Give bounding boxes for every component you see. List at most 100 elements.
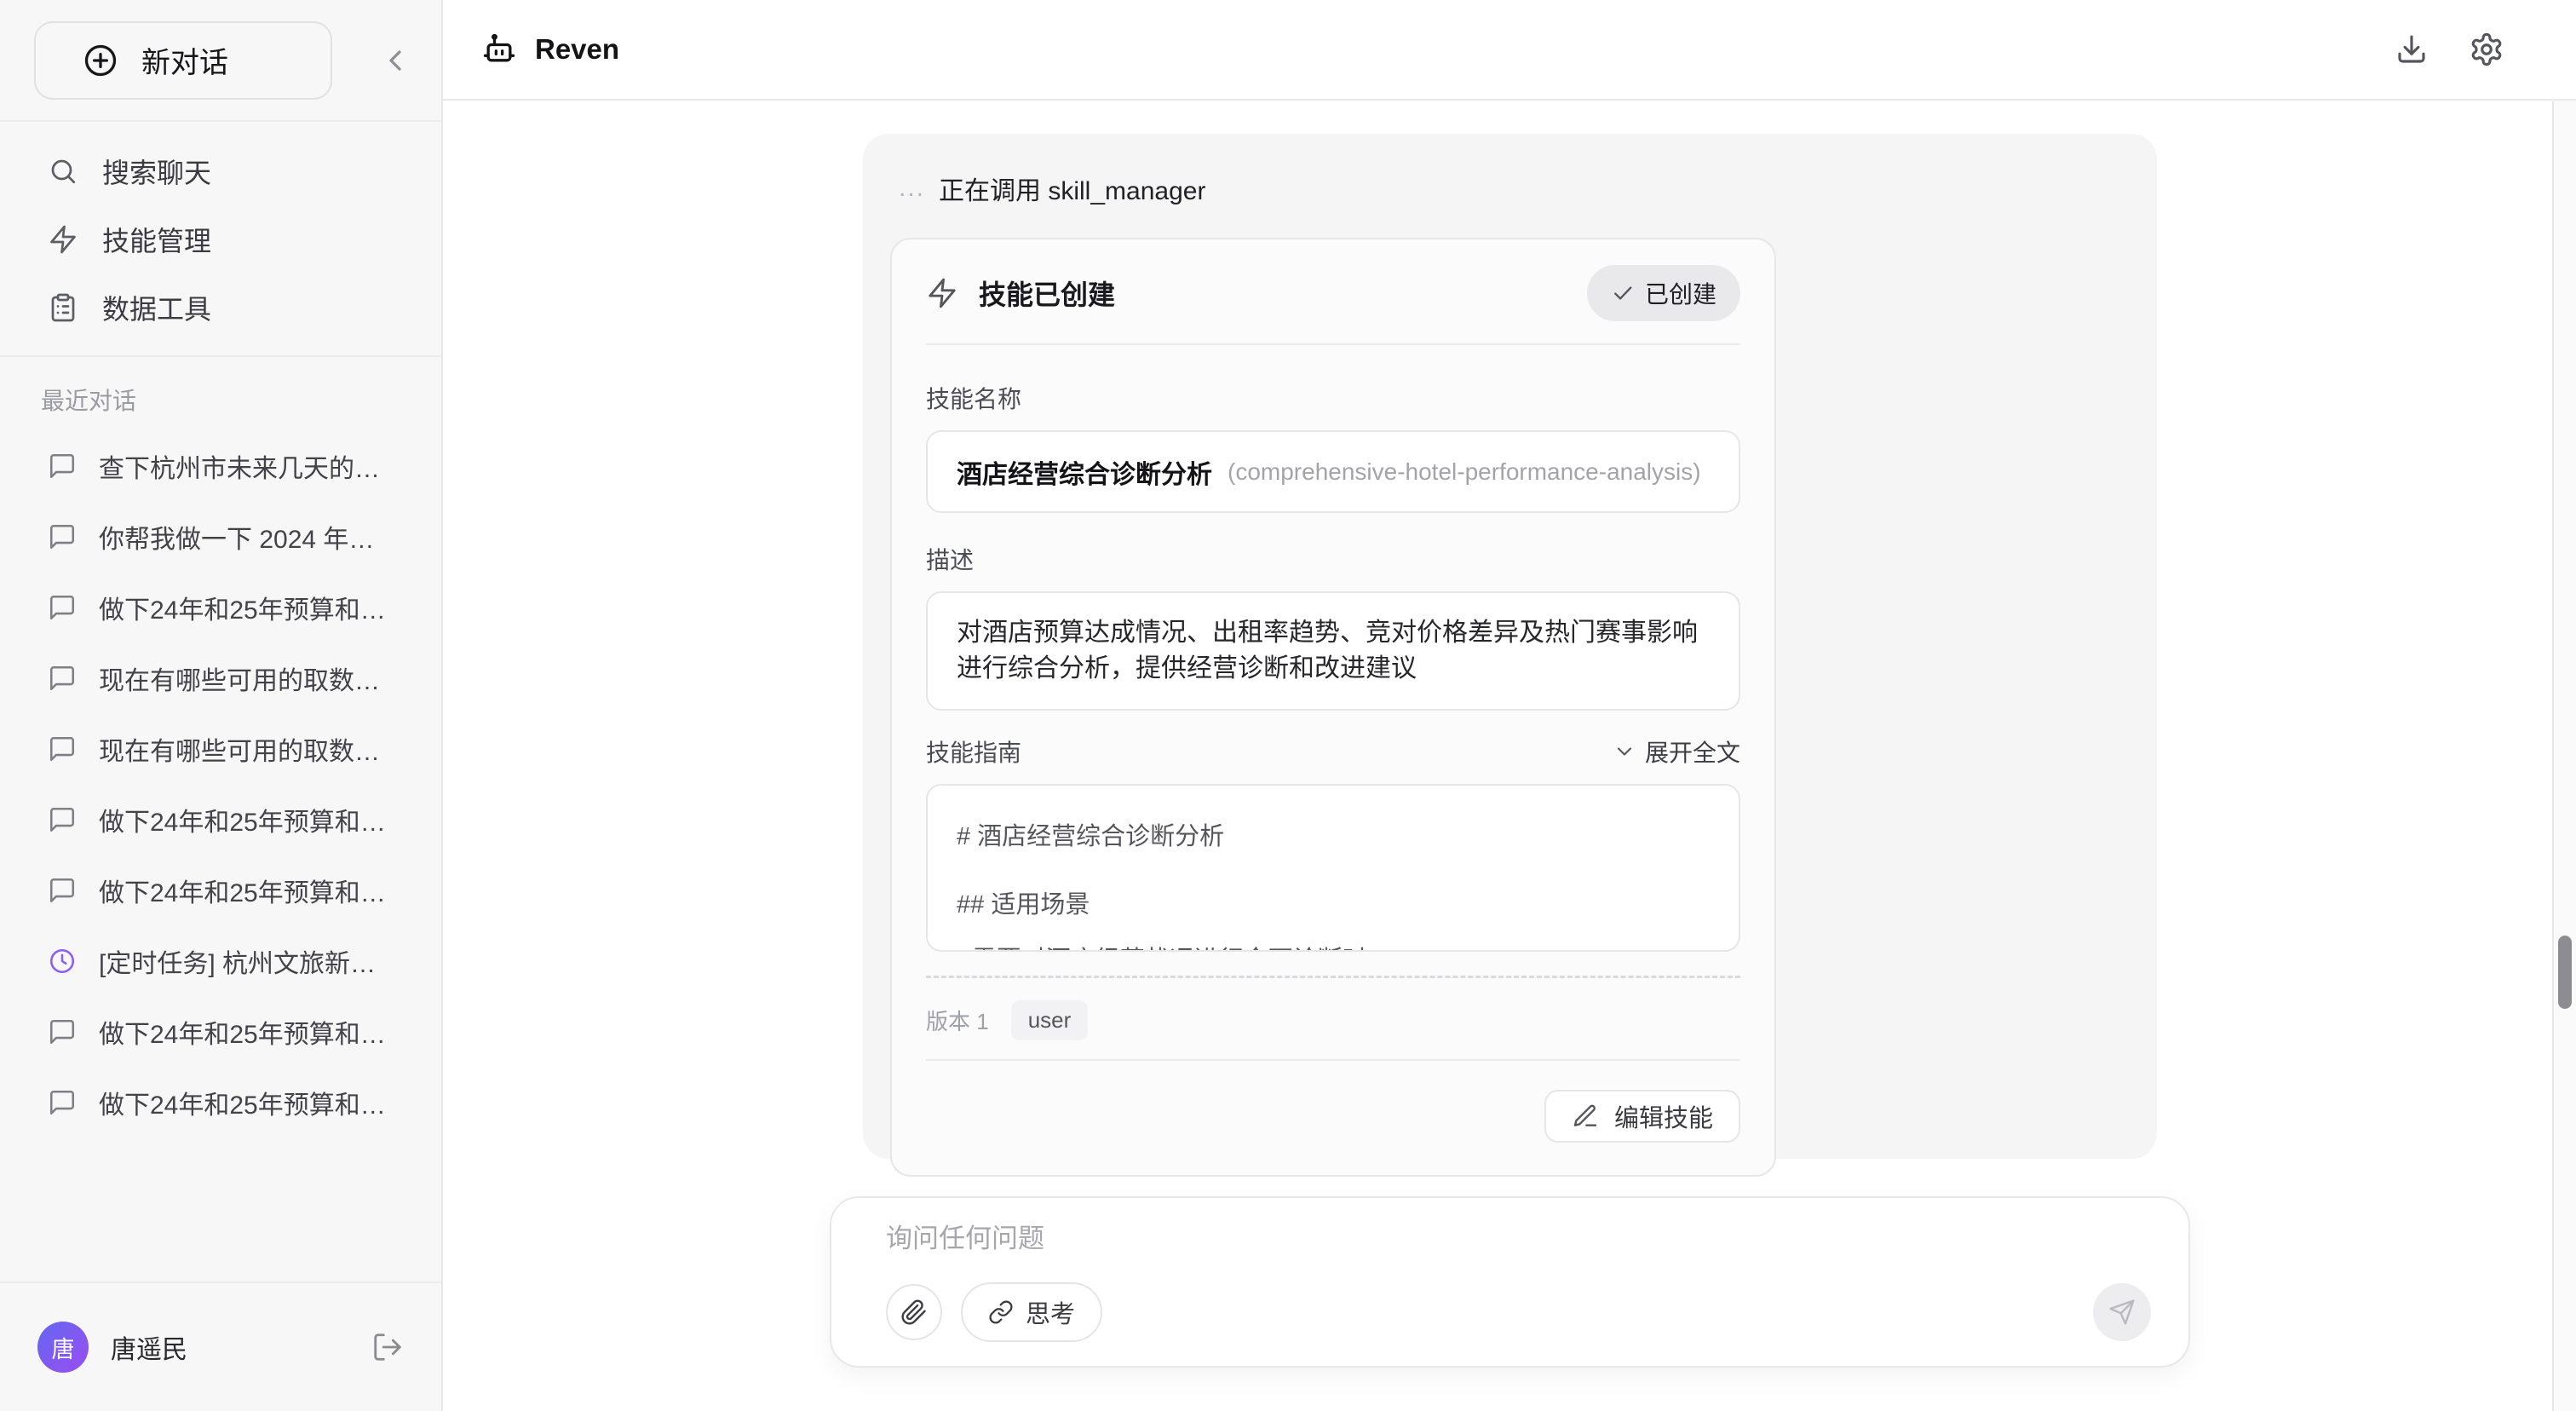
loading-dots: ... [899, 174, 925, 203]
avatar: 唐 [37, 1322, 89, 1373]
skill-name-value: 酒店经营综合诊断分析 [957, 453, 1212, 491]
recent-conversation-label: 做下24年和25年预算和实际... [99, 801, 394, 838]
recent-conversation-label: 做下24年和25年预算和实际... [99, 1013, 394, 1051]
user-name: 唐遥民 [111, 1328, 349, 1366]
chat-bubble-icon [48, 805, 77, 834]
recent-conversation-item[interactable]: 做下24年和25年预算和实际... [20, 1067, 421, 1137]
skill-guide-field[interactable]: # 酒店经营综合诊断分析 ## 适用场景 - 需要对酒店经营状况进行全面诊断时 [926, 784, 1740, 952]
sidebar-divider [0, 355, 441, 357]
guide-line: - 需要对酒店经营状况进行全面诊断时 [957, 940, 1710, 952]
scrollbar-thumb[interactable] [2558, 936, 2572, 1009]
main-panel: Reven ... 正在调用 skill_manager [443, 0, 2576, 1411]
recent-conversation-item[interactable]: 现在有哪些可用的取数工具? [20, 642, 421, 713]
chat-bubble-icon [48, 734, 77, 763]
chat-bubble-icon [48, 664, 77, 693]
recent-conversation-item[interactable]: 现在有哪些可用的取数工具? [20, 713, 421, 784]
recent-conversation-label: 查下杭州市未来几天的天气 [99, 447, 394, 485]
new-chat-label: 新对话 [141, 39, 228, 81]
recent-conversation-item[interactable]: [定时任务] 杭州文旅新闻汇总 [20, 925, 421, 996]
logout-icon [371, 1331, 404, 1363]
recent-conversation-item[interactable]: 查下杭州市未来几天的天气 [20, 430, 421, 501]
owner-badge: user [1011, 1000, 1089, 1040]
edit-skill-label: 编辑技能 [1614, 1098, 1713, 1134]
gear-icon [2469, 32, 2504, 67]
send-icon [2108, 1299, 2136, 1326]
attach-button[interactable] [886, 1284, 942, 1340]
version-row: 版本 1 user [926, 978, 1740, 1059]
think-mode-button[interactable]: 思考 [961, 1282, 1102, 1342]
clipboard-icon [48, 292, 78, 323]
download-button[interactable] [2394, 32, 2429, 67]
chat-bubble-icon [48, 522, 77, 551]
recent-conversation-label: 做下24年和25年预算和实际... [99, 1084, 394, 1121]
edit-skill-button[interactable]: 编辑技能 [1544, 1090, 1740, 1143]
recent-conversation-label: 现在有哪些可用的取数工具? [99, 659, 394, 697]
guide-line: # 酒店经营综合诊断分析 [957, 816, 1710, 852]
paperclip-icon [900, 1299, 928, 1326]
sidebar-item-search-chats[interactable]: 搜索聊天 [20, 137, 421, 205]
plus-circle-icon [82, 42, 119, 79]
sidebar-item-skill-management[interactable]: 技能管理 [20, 205, 421, 274]
recent-conversation-label: 做下24年和25年预算和实际... [99, 872, 394, 909]
settings-button[interactable] [2469, 32, 2504, 67]
chat-bubble-icon [48, 593, 77, 622]
app-root: 新对话 搜索聊天 技能管理 数据工具 最近对话 [0, 0, 2576, 1411]
recent-conversation-label: [定时任务] 杭州文旅新闻汇总 [99, 942, 394, 980]
expand-full-text-button[interactable]: 展开全文 [1613, 734, 1740, 769]
skill-name-label: 技能名称 [926, 381, 1740, 415]
sidebar-nav: 搜索聊天 技能管理 数据工具 [0, 122, 441, 355]
recent-conversation-item[interactable]: 做下24年和25年预算和实际... [20, 855, 421, 925]
skill-card-body: 技能名称 酒店经营综合诊断分析 (comprehensive-hotel-per… [892, 345, 1774, 1059]
skill-created-card: 技能已创建 已创建 技能名称 酒店经营综合诊断分析 (comprehensive… [890, 238, 1776, 1177]
recent-conversation-item[interactable]: 做下24年和25年预算和实际... [20, 784, 421, 855]
skill-card-footer: 编辑技能 [926, 1059, 1740, 1175]
skill-name-slug: (comprehensive-hotel-performance-analysi… [1228, 458, 1701, 486]
skill-desc-label: 描述 [926, 542, 1740, 576]
download-icon [2394, 32, 2429, 67]
badge-label: 已创建 [1645, 276, 1716, 310]
brand: Reven [480, 31, 619, 68]
created-status-badge: 已创建 [1587, 265, 1740, 321]
chat-bubble-icon [48, 876, 77, 905]
skill-guide-row: 技能指南 展开全文 [926, 734, 1740, 769]
recent-conversation-label: 你帮我做一下 2024 年和 2... [99, 518, 394, 556]
link-icon [988, 1299, 1014, 1325]
sidebar-collapse-button[interactable] [378, 43, 412, 78]
recent-conversation-label: 做下24年和25年预算和实际... [99, 589, 394, 626]
recent-conversation-item[interactable]: 你帮我做一下 2024 年和 2... [20, 501, 421, 572]
nav-label: 搜索聊天 [102, 152, 211, 191]
sidebar-item-data-tools[interactable]: 数据工具 [20, 274, 421, 342]
skill-desc-value: 对酒店预算达成情况、出租率趋势、竞对价格差异及热门赛事影响进行综合分析，提供经营… [957, 619, 1698, 682]
recent-list: 查下杭州市未来几天的天气 你帮我做一下 2024 年和 2... 做下24年和2… [0, 427, 441, 1281]
skill-name-field[interactable]: 酒店经营综合诊断分析 (comprehensive-hotel-performa… [926, 430, 1740, 513]
recent-conversation-item[interactable]: 做下24年和25年预算和实际... [20, 996, 421, 1067]
skill-card-title: 技能已创建 [979, 274, 1115, 313]
chevron-left-icon [378, 43, 412, 78]
sidebar: 新对话 搜索聊天 技能管理 数据工具 最近对话 [0, 0, 443, 1411]
composer-toolbar: 思考 [886, 1282, 2151, 1342]
chevron-down-icon [1613, 740, 1636, 763]
recent-conversation-label: 现在有哪些可用的取数工具? [99, 730, 394, 768]
scrollbar-track[interactable] [2552, 101, 2576, 1411]
recent-conversations-label: 最近对话 [0, 383, 441, 417]
pencil-icon [1572, 1103, 1599, 1130]
assistant-message-bubble: ... 正在调用 skill_manager 技能已创建 已创建 技 [863, 134, 2157, 1159]
nav-label: 技能管理 [102, 220, 211, 259]
skill-desc-field[interactable]: 对酒店预算达成情况、出租率趋势、竞对价格差异及热门赛事影响进行综合分析，提供经营… [926, 591, 1740, 711]
user-area: 唐 唐遥民 [0, 1281, 441, 1411]
message-input[interactable] [886, 1224, 2151, 1254]
zap-icon [48, 224, 78, 255]
main-header: Reven [443, 0, 2576, 101]
recent-conversation-item[interactable]: 做下24年和25年预算和实际... [20, 572, 421, 642]
tool-call-status: ... 正在调用 skill_manager [890, 170, 2130, 207]
chat-content: ... 正在调用 skill_manager 技能已创建 已创建 技 [443, 101, 2576, 1411]
header-actions [2394, 32, 2504, 67]
app-title: Reven [535, 33, 619, 66]
logout-button[interactable] [371, 1331, 404, 1363]
send-button[interactable] [2093, 1283, 2151, 1341]
think-label: 思考 [1026, 1294, 1075, 1330]
expand-label: 展开全文 [1645, 734, 1740, 769]
sidebar-header: 新对话 [0, 0, 441, 122]
new-chat-button[interactable]: 新对话 [34, 21, 332, 100]
skill-guide-label: 技能指南 [926, 734, 1021, 769]
